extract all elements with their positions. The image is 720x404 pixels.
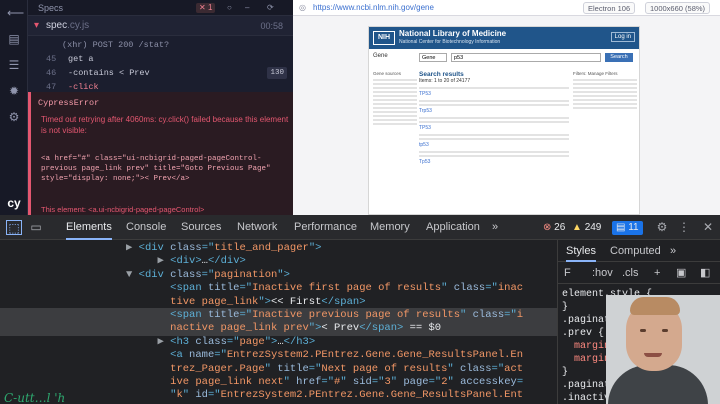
collapse-icon[interactable]: ▾ (34, 16, 39, 36)
tab-styles[interactable]: Styles (566, 240, 596, 262)
element-count-badge: 130 (267, 67, 287, 79)
tab-network[interactable]: Network (237, 215, 277, 240)
ncbi-title: National Library of Medicine (399, 29, 507, 38)
more-options-icon[interactable]: ⋮ (676, 220, 692, 235)
issues-count[interactable]: ▤ 11 (612, 221, 643, 235)
browser-select[interactable]: Electron 106 (583, 2, 636, 14)
error-block: 47 -click CypressError Timed out retryin… (28, 82, 293, 215)
globe-icon: ◎ (299, 3, 306, 12)
tab-elements[interactable]: Elements (66, 215, 112, 240)
command-log: (xhr) POST 200 /stat? 45 get a 46 -conta… (28, 36, 293, 215)
result-row[interactable]: tp53 (419, 142, 569, 149)
spec-header: ▾ spec.cy.js 00:58 (28, 16, 293, 36)
ncbi-header: NIH National Library of Medicine Nationa… (369, 27, 639, 49)
ncbi-left-nav: Gene sources (373, 71, 417, 211)
result-row[interactable]: TP53 (419, 125, 569, 132)
runs-icon[interactable]: ☰ (7, 58, 21, 72)
error-footer: This element: <a.ui-ncbigrid-paged-pageC… (41, 205, 205, 214)
computed-toggle-icon[interactable]: ▣ (676, 262, 686, 284)
rerun-icon[interactable]: ⟳ (264, 3, 277, 13)
device-toolbar-icon[interactable]: ▭ (28, 220, 44, 235)
db-select[interactable]: Gene (419, 53, 447, 62)
command-row[interactable]: 45 get a (28, 52, 293, 66)
ncbi-results: Search results Items: 1 to 20 of 24177 T… (419, 71, 569, 211)
styles-filter-bar: F :hov .cls + ▣ ◧ (558, 262, 720, 284)
error-count[interactable]: ⊗ 26 (543, 221, 565, 235)
styles-tabbar: Styles Computed » (558, 240, 720, 262)
results-count: Items: 1 to 20 of 24177 (419, 78, 471, 84)
error-name: CypressError (38, 98, 100, 108)
command-row[interactable]: 46 -contains < Prev 130 (28, 66, 293, 80)
filters-heading: Filters: Manage Filters (573, 71, 618, 76)
cypress-sidebar: ⟵ ▤ ☰ ✹ ⚙ cy (0, 0, 28, 215)
result-row[interactable]: Tp53 (419, 159, 569, 166)
ncbi-filters: Filters: Manage Filters (573, 71, 637, 211)
filter-input[interactable]: F (564, 262, 571, 284)
more-style-tabs-button[interactable]: » (670, 240, 676, 262)
tab-computed[interactable]: Computed (610, 240, 661, 262)
error-code: <a href="#" class="ui-ncbigrid-paged-pag… (41, 155, 271, 183)
viewport-select[interactable]: 1000x660 (58%) (645, 2, 711, 14)
cls-toggle[interactable]: .cls (622, 262, 639, 284)
hov-toggle[interactable]: :hov (592, 262, 613, 284)
command-row-failed[interactable]: 47 -click (28, 80, 293, 94)
pending-icon: ○ (227, 3, 232, 12)
close-icon[interactable]: ✕ (700, 220, 716, 235)
expand-arrow-icon[interactable]: ▶ (158, 336, 171, 348)
error-icon: ⊗ (543, 222, 552, 233)
command-row[interactable]: (xhr) POST 200 /stat? (28, 38, 293, 52)
header-title: Specs (38, 3, 64, 13)
results-title: Search results (419, 71, 464, 78)
spec-duration: 00:58 (260, 21, 283, 31)
login-button[interactable]: Log in (610, 32, 635, 42)
inspect-icon[interactable]: ⬚ (6, 220, 22, 235)
search-button[interactable]: Search (605, 53, 633, 62)
settings-icon[interactable]: ⚙ (7, 110, 21, 124)
nih-logo: NIH (373, 31, 395, 45)
tab-application[interactable]: Application (426, 215, 480, 240)
search-input[interactable]: p53 (451, 53, 601, 62)
watermark-logo: C-utt…l 'h (4, 392, 66, 404)
url-bar: ◎ https://www.ncbi.nlm.nih.gov/gene Elec… (293, 0, 720, 16)
cypress-header: Specs ✕ 1 ○ – ⟳ (28, 0, 293, 16)
expand-arrow-icon[interactable]: ▶ (158, 255, 171, 267)
skipped-icon: – (245, 3, 250, 12)
issues-icon: ▤ (616, 222, 626, 233)
error-message: Timed out retrying after 4060ms: cy.clic… (41, 115, 289, 135)
result-row[interactable]: Trp53 (419, 108, 569, 115)
ncbi-subtitle: National Center for Biotechnology Inform… (399, 39, 501, 45)
app-preview: ◎ https://www.ncbi.nlm.nih.gov/gene Elec… (293, 0, 720, 215)
fail-badge: ✕ 1 (196, 3, 216, 13)
tab-performance[interactable]: Performance (294, 215, 357, 240)
elements-panel: ▶ <div class="title_and_pager"> ▶ <div>…… (0, 240, 557, 404)
ncbi-page: NIH National Library of Medicine Nationa… (368, 26, 640, 215)
settings-gear-icon[interactable]: ⚙ (654, 220, 670, 235)
warning-icon: ▲ (572, 222, 582, 233)
url-text[interactable]: https://www.ncbi.nlm.nih.gov/gene (313, 2, 583, 14)
sidebar-toggle-icon[interactable]: ◧ (700, 262, 710, 284)
more-tabs-button[interactable]: » (492, 215, 498, 240)
specs-icon[interactable]: ▤ (7, 32, 21, 46)
left-heading: Gene sources (373, 71, 402, 76)
screen: ⟵ ▤ ☰ ✹ ⚙ cy Specs ✕ 1 ○ – ⟳ ▾ spec.cy.j… (0, 0, 720, 404)
cypress-runner: ⟵ ▤ ☰ ✹ ⚙ cy Specs ✕ 1 ○ – ⟳ ▾ spec.cy.j… (0, 0, 293, 215)
db-label: Gene (373, 53, 388, 59)
cypress-logo-icon: cy (7, 196, 21, 210)
warning-count[interactable]: ▲ 249 (572, 221, 601, 235)
spec-name: spec.cy.js (46, 20, 90, 31)
back-icon[interactable]: ⟵ (7, 6, 24, 20)
webcam-presenter (606, 295, 720, 404)
expand-arrow-icon[interactable]: ▶ (126, 242, 139, 254)
collapse-arrow-icon[interactable]: ▼ (126, 269, 139, 281)
tab-memory[interactable]: Memory (370, 215, 410, 240)
debug-icon[interactable]: ✹ (7, 84, 21, 98)
ncbi-search: Gene Gene p53 Search (373, 53, 637, 63)
add-rule-icon[interactable]: + (654, 262, 660, 284)
devtools-tabbar: ⬚ ▭ Elements Console Sources Network Per… (0, 215, 720, 240)
tab-sources[interactable]: Sources (181, 215, 221, 240)
tab-console[interactable]: Console (126, 215, 166, 240)
result-row[interactable]: TP53 (419, 91, 569, 98)
